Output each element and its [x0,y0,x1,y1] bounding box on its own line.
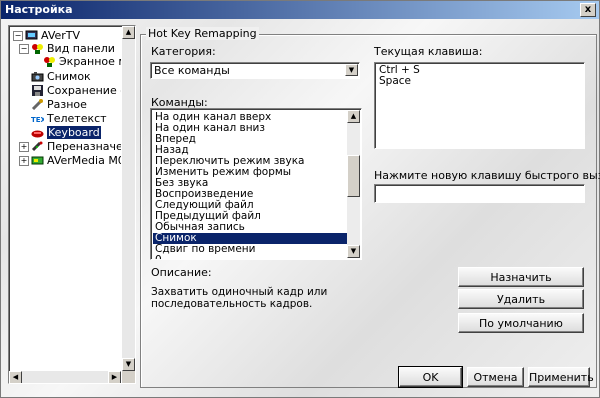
tree-item-keyboard[interactable]: Keyboard [31,126,101,139]
current-key-list[interactable]: Ctrl + S Space [374,62,585,149]
scroll-left-icon[interactable]: ◀ [9,371,22,383]
list-item[interactable]: 0 [153,255,347,260]
tree-item-misc[interactable]: Разное [31,98,87,111]
tree-item-avertv[interactable]: AVerTV [25,29,80,42]
list-item[interactable]: Сдвиг по времени [153,244,347,255]
settings-tree[interactable]: − AVerTV − Вид панели Экранное меню [8,25,136,384]
list-item[interactable]: Space [379,76,411,87]
tree-item-osd[interactable]: Экранное меню [43,55,121,68]
settings-window: Настройка x − AVerTV − Вид панели Экранн… [0,0,600,398]
category-value: Все команды [154,64,230,77]
close-button[interactable]: x [580,3,596,17]
tree-item-panel-view[interactable]: Вид панели [31,42,115,55]
assign-button[interactable]: Назначить [458,267,584,287]
collapse-toggle-panel[interactable]: − [19,44,29,54]
description-text: Захватить одиночный кадр или последовате… [151,286,328,310]
scroll-up-icon[interactable]: ▲ [122,26,135,39]
panel-icon [31,43,44,54]
scroll-down-icon[interactable]: ▼ [122,358,135,371]
keyboard-icon [31,127,44,138]
delete-button[interactable]: Удалить [458,289,584,309]
ok-button[interactable]: OK [398,366,463,388]
scroll-up-icon[interactable]: ▲ [347,110,360,123]
disk-icon [31,85,44,96]
new-key-label: Нажмите новую клавишу быстрого вызова: [374,169,600,182]
tree-item-snapshot[interactable]: Снимок [31,70,91,83]
tree-vertical-scrollbar[interactable]: ▲ ▼ [122,26,135,371]
chevron-down-icon[interactable]: ▼ [345,64,358,76]
current-key-label: Текущая клавиша: [374,45,483,58]
tools-icon [31,99,44,111]
restore-default-button[interactable]: По умолчанию [458,313,584,333]
tree-item-remote-remap[interactable]: Переназначение пул [31,140,121,153]
remote-icon [31,141,44,152]
osd-icon [43,56,56,67]
expand-toggle-device[interactable]: + [19,156,29,166]
expand-toggle-remote[interactable]: + [19,142,29,152]
commands-list[interactable]: На один канал вверх На один канал вниз В… [150,108,362,260]
new-key-field[interactable] [374,184,585,203]
tv-icon [25,30,38,41]
scrollbar-thumb[interactable] [347,155,360,197]
teletext-icon: TEXT [31,113,51,124]
window-title: Настройка [5,3,73,16]
category-label: Категория: [151,45,216,58]
tree-horizontal-scrollbar[interactable]: ◀ ▶ [9,371,121,383]
device-icon [31,155,44,166]
description-label: Описание: [151,266,212,279]
cancel-button[interactable]: Отмена [467,367,524,387]
camera-icon [31,71,44,82]
commands-scrollbar[interactable]: ▲ ▼ [347,110,360,258]
tree-item-file-saving[interactable]: Сохранение файлов [31,84,121,97]
scroll-corner [122,371,135,383]
category-select[interactable]: Все команды ▼ [150,62,360,79]
tree-item-device[interactable]: AVerMedia M039 USB [31,154,121,167]
apply-button[interactable]: Применить [528,367,594,387]
svg-text:TEXT: TEXT [31,116,44,124]
tree-item-teletext[interactable]: TEXT Телетекст [31,112,107,125]
scroll-down-icon[interactable]: ▼ [347,245,360,258]
groupbox-title: Hot Key Remapping [146,27,259,40]
title-bar: Настройка x [1,1,599,19]
scroll-right-icon[interactable]: ▶ [108,371,121,383]
collapse-toggle-avertv[interactable]: − [13,31,23,41]
